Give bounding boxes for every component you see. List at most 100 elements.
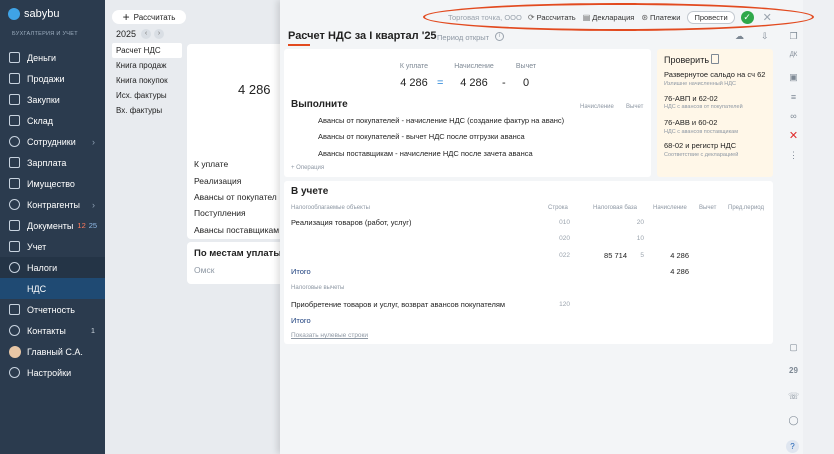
todo-row[interactable]: Авансы поставщикам - начисление НДС посл… xyxy=(318,149,533,158)
show-zero-rows-link[interactable]: Показать нулевые строки xyxy=(291,332,368,339)
gear-icon xyxy=(9,367,20,378)
chat-bubble-icon[interactable]: ◯ xyxy=(788,415,799,426)
sidebar-item-settings[interactable]: Настройки xyxy=(0,362,105,383)
equals-sign: = xyxy=(437,77,444,89)
prev-year-icon[interactable]: ‹ xyxy=(141,29,151,39)
sidebar-item-vat[interactable]: НДС xyxy=(0,278,105,299)
minus-sign: - xyxy=(502,77,506,89)
total-label: Итого xyxy=(291,267,311,276)
chevron-right-icon: › xyxy=(92,136,95,147)
background-row: Реализация xyxy=(194,176,242,186)
col-accrual: Начисление xyxy=(653,205,687,211)
partners-icon xyxy=(9,199,20,210)
chevron-right-icon: › xyxy=(92,199,95,210)
comments-icon[interactable]: ☁ xyxy=(735,31,744,42)
check-item[interactable]: 76-АВП и 62-02 xyxy=(664,94,718,103)
page-title: Расчет НДС за I квартал '25 xyxy=(288,30,437,42)
more-icon[interactable]: ⋮ xyxy=(788,150,799,161)
salary-icon xyxy=(9,157,20,168)
accrual-value: 4 286 xyxy=(460,77,488,89)
document-list: Расчет НДС Книга продаж Книга покупок Ис… xyxy=(112,43,182,118)
check-item-sub: НДС с авансов поставщикам xyxy=(664,129,739,135)
warehouse-icon xyxy=(9,115,20,126)
copy-icon[interactable]: ❐ xyxy=(788,31,799,42)
background-row: К уплате xyxy=(194,159,229,169)
line-number: 120 xyxy=(559,301,570,308)
export-icon[interactable]: ⇩ xyxy=(761,31,769,42)
todo-col-accrual: Начисление xyxy=(580,104,614,110)
sale-row-label[interactable]: Реализация товаров (работ, услуг) xyxy=(291,218,412,227)
link-icon[interactable]: ∞ xyxy=(788,111,799,121)
contacts-count: 1 xyxy=(90,326,95,335)
logo-icon xyxy=(8,8,20,20)
clipboard-tool-icon[interactable]: ▣ xyxy=(788,72,799,83)
delete-icon[interactable]: ✕ xyxy=(788,129,799,142)
right-toolbar xyxy=(803,0,834,454)
sidebar-item-partners[interactable]: Контрагенты › xyxy=(0,194,105,215)
year-label: 2025 xyxy=(116,29,137,39)
doc-item-purchase-book[interactable]: Книга покупок xyxy=(112,73,182,88)
todo-row[interactable]: Авансы от покупателей - вычет НДС после … xyxy=(318,132,525,141)
sidebar-item-property[interactable]: Имущество xyxy=(0,173,105,194)
logo[interactable]: sabybu xyxy=(8,8,59,20)
phone-icon[interactable]: ☏ xyxy=(788,391,799,402)
period-status: Период открыт xyxy=(437,33,490,42)
check-item[interactable]: 76-АВВ и 60-02 xyxy=(664,118,717,127)
add-operation-link[interactable]: + Операция xyxy=(291,165,324,171)
ledger-icon xyxy=(9,241,20,252)
doc-item-incoming-invoices[interactable]: Вх. фактуры xyxy=(112,103,182,118)
sidebar-item-label: Сотрудники xyxy=(27,136,76,147)
sidebar-item-taxes[interactable]: Налоги xyxy=(0,257,105,278)
next-year-icon[interactable]: › xyxy=(154,29,164,39)
deductions-header: Налоговые вычеты xyxy=(291,285,345,291)
todo-col-deduction: Вычет xyxy=(626,104,644,110)
info-icon[interactable]: i xyxy=(495,32,504,41)
sidebar-item-money[interactable]: Деньги xyxy=(0,47,105,68)
todo-row[interactable]: Авансы от покупателей - начисление НДС (… xyxy=(318,116,564,125)
doc-item-sales-book[interactable]: Книга продаж xyxy=(112,58,182,73)
calendar-icon[interactable]: 29 xyxy=(788,366,799,375)
highlight-annotation xyxy=(423,3,814,31)
check-item[interactable]: 68-02 и регистр НДС xyxy=(664,141,736,150)
pay-value: 4 286 xyxy=(400,77,428,89)
sidebar-item-label: Отчетность xyxy=(27,304,75,315)
sidebar-item-employees[interactable]: Сотрудники › xyxy=(0,131,105,152)
sidebar-item-sales[interactable]: Продажи xyxy=(0,68,105,89)
sidebar-item-purchases[interactable]: Закупки xyxy=(0,89,105,110)
help-icon[interactable]: ? xyxy=(786,440,799,453)
sidebar-item-profile[interactable]: Главный С.А. xyxy=(0,341,105,362)
documents-badge-red: 12 xyxy=(77,221,86,230)
sidebar-item-accounting[interactable]: Учет xyxy=(0,236,105,257)
sidebar-item-label: Имущество xyxy=(27,178,75,189)
purchase-row-label[interactable]: Приобретение товаров и услуг, возврат ав… xyxy=(291,300,505,309)
doc-item-vat-calc[interactable]: Расчет НДС xyxy=(112,43,182,58)
notes-icon[interactable]: ▢ xyxy=(788,342,799,353)
sidebar: sabybu БУХГАЛТЕРИЯ И УЧЕТ Деньги Продажи… xyxy=(0,0,105,454)
sidebar-item-label: НДС xyxy=(27,283,47,294)
calculate-button[interactable]: + Рассчитать xyxy=(112,10,186,24)
col-prev-period: Пред.период xyxy=(728,205,765,211)
sidebar-item-label: Склад xyxy=(27,115,54,126)
filter-icon[interactable]: ≡ xyxy=(788,92,799,102)
check-item-sub: Излишне начисленный НДС xyxy=(664,81,736,87)
check-item-sub: Соответствие с декларацией xyxy=(664,152,739,158)
check-title: Проверить xyxy=(664,55,710,65)
sidebar-item-reporting[interactable]: Отчетность xyxy=(0,299,105,320)
col-line: Строка xyxy=(548,205,568,211)
sidebar-item-label: Документы xyxy=(27,220,74,231)
sidebar-item-label: Контрагенты xyxy=(27,199,81,210)
sidebar-item-warehouse[interactable]: Склад xyxy=(0,110,105,131)
total-label: Итого xyxy=(291,316,311,325)
avatar xyxy=(9,345,21,358)
sidebar-item-salary[interactable]: Зарплата xyxy=(0,152,105,173)
tax-base-value: 85 714 xyxy=(604,251,627,260)
background-section-title: По местам уплаты xyxy=(194,248,280,259)
accrual-cell: 4 286 xyxy=(670,251,689,260)
check-item[interactable]: Развернутое сальдо на сч 62 xyxy=(664,70,765,79)
sidebar-item-label: Деньги xyxy=(27,52,57,63)
sidebar-item-documents[interactable]: Документы 12 25 xyxy=(0,215,105,236)
doc-item-outgoing-invoices[interactable]: Исх. фактуры xyxy=(112,88,182,103)
sidebar-item-contacts[interactable]: Контакты 1 xyxy=(0,320,105,341)
line-number: 022 xyxy=(559,252,570,259)
dk-icon[interactable]: ДК xyxy=(788,52,799,58)
